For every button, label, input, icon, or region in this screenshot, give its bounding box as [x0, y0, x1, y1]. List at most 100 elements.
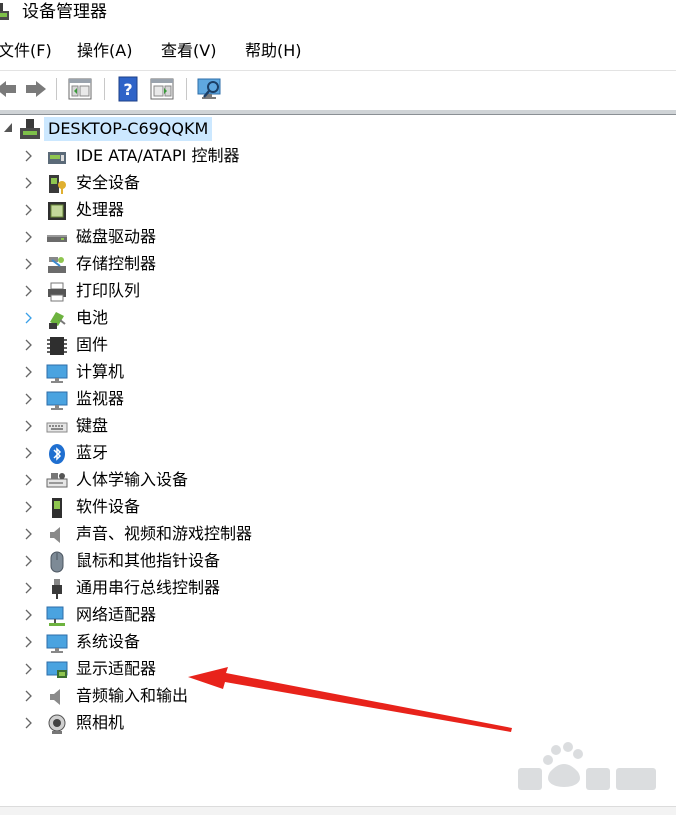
- menu-view[interactable]: 查看(V): [161, 40, 216, 62]
- tree-node-label[interactable]: 显示适配器: [76, 658, 156, 680]
- toolbar-separator: [104, 78, 105, 100]
- tree-node[interactable]: 声音、视频和游戏控制器: [0, 521, 676, 548]
- tree-node[interactable]: 键盘: [0, 413, 676, 440]
- tree-node-label[interactable]: 电池: [76, 307, 108, 329]
- tree-node-label[interactable]: 声音、视频和游戏控制器: [76, 523, 252, 545]
- chevron-right-icon[interactable]: [24, 636, 32, 648]
- properties-icon[interactable]: [66, 75, 94, 103]
- tree-node[interactable]: 照相机: [0, 710, 676, 737]
- update-driver-icon[interactable]: [148, 75, 176, 103]
- chevron-right-icon[interactable]: [24, 177, 32, 189]
- forward-icon[interactable]: [22, 75, 50, 103]
- tree-node-label[interactable]: 软件设备: [76, 496, 140, 518]
- tree-node-label[interactable]: 键盘: [76, 415, 108, 437]
- tree-node[interactable]: 存储控制器: [0, 251, 676, 278]
- hid-icon: [46, 473, 68, 488]
- toolbar: ?: [0, 70, 676, 107]
- tree-node-label[interactable]: 鼠标和其他指针设备: [76, 550, 220, 572]
- tree-node-label[interactable]: 监视器: [76, 388, 124, 410]
- tree-node-label[interactable]: 网络适配器: [76, 604, 156, 626]
- tree-node[interactable]: 网络适配器: [0, 602, 676, 629]
- tree-node-label[interactable]: 固件: [76, 334, 108, 356]
- tree-node[interactable]: 磁盘驱动器: [0, 224, 676, 251]
- tree-node-label[interactable]: 人体学输入设备: [76, 469, 188, 491]
- disk-drive-icon: [47, 235, 67, 242]
- chevron-right-icon[interactable]: [24, 150, 32, 162]
- chevron-right-icon[interactable]: [24, 501, 32, 513]
- chevron-right-icon[interactable]: [24, 420, 32, 432]
- tree-node[interactable]: 音频输入和输出: [0, 683, 676, 710]
- monitor-icon: [46, 391, 68, 410]
- tree-node-label[interactable]: 蓝牙: [76, 442, 108, 464]
- tree-node[interactable]: 固件: [0, 332, 676, 359]
- mouse-icon: [50, 551, 64, 573]
- security-device-icon: [49, 175, 66, 194]
- network-adapter-icon: [46, 606, 65, 626]
- chevron-right-icon[interactable]: [24, 339, 32, 351]
- audio-icon: [50, 527, 60, 543]
- back-icon[interactable]: [0, 75, 20, 103]
- tree-node-label[interactable]: 打印队列: [76, 280, 140, 302]
- tree-node-label[interactable]: 安全设备: [76, 172, 140, 194]
- chevron-right-icon[interactable]: [24, 717, 32, 729]
- tree-node-label[interactable]: 存储控制器: [76, 253, 156, 275]
- title-bar: 设备管理器: [0, 0, 676, 28]
- tree-node-label[interactable]: 照相机: [76, 712, 124, 734]
- chevron-right-icon[interactable]: [24, 582, 32, 594]
- battery-icon: [49, 312, 66, 329]
- tree-node[interactable]: 系统设备: [0, 629, 676, 656]
- toolbar-separator: [56, 78, 57, 100]
- tree-node[interactable]: 打印队列: [0, 278, 676, 305]
- chevron-right-icon[interactable]: [24, 555, 32, 567]
- toolbar-divider: [0, 110, 676, 115]
- display-adapter-icon: [46, 661, 68, 678]
- baidu-watermark-logo: [518, 742, 656, 790]
- system-device-icon: [46, 634, 68, 653]
- tree-node[interactable]: 软件设备: [0, 494, 676, 521]
- chevron-right-icon[interactable]: [24, 258, 32, 270]
- chevron-right-icon[interactable]: [24, 285, 32, 297]
- menu-file[interactable]: 文件(F): [0, 40, 52, 62]
- menu-action[interactable]: 操作(A): [77, 40, 132, 62]
- computer-monitor-icon: [46, 364, 68, 383]
- chevron-right-icon[interactable]: [24, 609, 32, 621]
- tree-node[interactable]: 显示适配器: [0, 656, 676, 683]
- tree-node[interactable]: 安全设备: [0, 170, 676, 197]
- menu-bar: 文件(F) 操作(A) 查看(V) 帮助(H): [0, 36, 676, 66]
- menu-help[interactable]: 帮助(H): [245, 40, 302, 62]
- tree-node[interactable]: 监视器: [0, 386, 676, 413]
- audio-io-icon: [50, 689, 60, 705]
- help-icon[interactable]: ?: [114, 75, 142, 103]
- firmware-icon: [47, 337, 67, 355]
- tree-node[interactable]: 计算机: [0, 359, 676, 386]
- chevron-down-icon[interactable]: [2, 120, 14, 136]
- computer-name[interactable]: DESKTOP-C69QQKM: [44, 117, 213, 141]
- tree-node[interactable]: 处理器: [0, 197, 676, 224]
- tree-node-label[interactable]: 处理器: [76, 199, 124, 221]
- tree-node[interactable]: 电池: [0, 305, 676, 332]
- chevron-right-icon[interactable]: [24, 231, 32, 243]
- chevron-right-icon[interactable]: [24, 393, 32, 405]
- tree-node-label[interactable]: 磁盘驱动器: [76, 226, 156, 248]
- chevron-right-icon[interactable]: [24, 366, 32, 378]
- chevron-right-icon[interactable]: [24, 312, 32, 324]
- chevron-right-icon[interactable]: [24, 447, 32, 459]
- scan-hardware-icon[interactable]: [196, 75, 224, 103]
- chevron-right-icon[interactable]: [24, 663, 32, 675]
- tree-node-label[interactable]: IDE ATA/ATAPI 控制器: [76, 145, 239, 167]
- tree-node-label[interactable]: 系统设备: [76, 631, 140, 653]
- tree-node[interactable]: 鼠标和其他指针设备: [0, 548, 676, 575]
- chevron-right-icon[interactable]: [24, 474, 32, 486]
- chevron-right-icon[interactable]: [24, 690, 32, 702]
- tree-node-label[interactable]: 计算机: [76, 361, 124, 383]
- tree-root[interactable]: DESKTOP-C69QQKM: [0, 116, 676, 142]
- tree-node-label[interactable]: 通用串行总线控制器: [76, 577, 220, 599]
- tree-node[interactable]: 通用串行总线控制器: [0, 575, 676, 602]
- tree-node[interactable]: 蓝牙: [0, 440, 676, 467]
- tree-node[interactable]: 人体学输入设备: [0, 467, 676, 494]
- tree-node[interactable]: IDE ATA/ATAPI 控制器: [0, 143, 676, 170]
- chevron-right-icon[interactable]: [24, 204, 32, 216]
- tree-node-label[interactable]: 音频输入和输出: [76, 685, 188, 707]
- chevron-right-icon[interactable]: [24, 528, 32, 540]
- svg-text:?: ?: [123, 80, 132, 99]
